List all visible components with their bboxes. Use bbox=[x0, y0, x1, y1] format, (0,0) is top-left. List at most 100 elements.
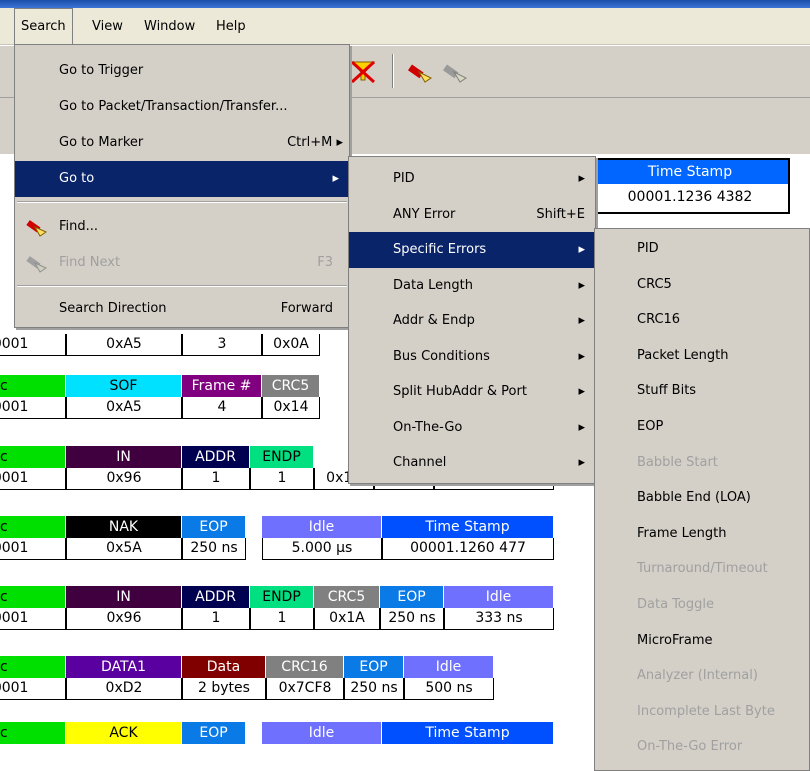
goto-item-pid[interactable]: PID ▸ bbox=[349, 161, 595, 197]
trace-field-header[interactable]: Sync bbox=[0, 722, 66, 744]
goto-item-any-error[interactable]: ANY Error Shift+E bbox=[349, 197, 595, 233]
menu-item-find-next[interactable]: Find Next F3 bbox=[15, 245, 349, 281]
error-item-analyzer-internal-[interactable]: Analyzer (Internal) bbox=[595, 658, 809, 694]
error-item-on-the-go-error[interactable]: On-The-Go Error bbox=[595, 729, 809, 765]
trace-field-value[interactable]: 1 bbox=[182, 468, 250, 490]
trace-field-value[interactable]: 333 ns bbox=[444, 608, 554, 630]
trace-field-header[interactable]: ENDP bbox=[250, 586, 314, 608]
trace-field-value[interactable]: 0x14 bbox=[262, 397, 320, 419]
trace-field-value[interactable]: 1 bbox=[250, 468, 314, 490]
menu-window[interactable]: Window bbox=[138, 8, 201, 45]
trace-field-header[interactable]: Sync bbox=[0, 656, 66, 678]
trace-field-value[interactable]: 0x7CF8 bbox=[266, 678, 344, 700]
trace-field-value[interactable]: 0xD2 bbox=[66, 678, 182, 700]
trace-field-value[interactable]: 0x0A bbox=[262, 334, 320, 356]
goto-item-channel[interactable]: Channel ▸ bbox=[349, 445, 595, 481]
menu-view[interactable]: View bbox=[86, 8, 129, 45]
goto-item-addr-endp[interactable]: Addr & Endp ▸ bbox=[349, 303, 595, 339]
trace-field-value[interactable]: 250 ns bbox=[182, 538, 246, 560]
trace-field-header[interactable]: EOP bbox=[182, 516, 246, 538]
trace-field-header[interactable]: Frame # bbox=[182, 375, 262, 397]
trace-field-value[interactable]: 250 ns bbox=[380, 608, 444, 630]
menu-item-go-to-packet[interactable]: Go to Packet/Transaction/Transfer... bbox=[15, 89, 349, 125]
time-stamp-box[interactable]: Time Stamp 00001.1236 4382 bbox=[590, 158, 790, 214]
menu-search[interactable]: Search bbox=[14, 8, 73, 47]
error-item-crc16[interactable]: CRC16 bbox=[595, 302, 809, 338]
goto-item-bus-conditions[interactable]: Bus Conditions ▸ bbox=[349, 339, 595, 375]
trace-field-value[interactable]: 00001.1260 477 bbox=[382, 538, 554, 560]
trace-field-header[interactable]: Time Stamp bbox=[382, 516, 554, 538]
trace-field-value[interactable]: 000001 bbox=[0, 678, 66, 700]
menu-item-search-direction[interactable]: Search Direction Forward bbox=[15, 291, 349, 327]
trace-field-value[interactable]: 000001 bbox=[0, 538, 66, 560]
trace-field-header[interactable]: Idle bbox=[444, 586, 554, 608]
trace-field-value[interactable]: 500 ns bbox=[404, 678, 494, 700]
trace-field-value[interactable]: 000001 bbox=[0, 397, 66, 419]
trace-field-value[interactable]: 5.000 µs bbox=[262, 538, 382, 560]
error-item-crc5[interactable]: CRC5 bbox=[595, 267, 809, 303]
trace-field-header[interactable]: CRC5 bbox=[314, 586, 380, 608]
menu-item-go-to-marker[interactable]: Go to Marker Ctrl+M ▸ bbox=[15, 125, 349, 161]
trace-field-header[interactable]: Sync bbox=[0, 516, 66, 538]
trace-field-header[interactable]: ADDR bbox=[182, 586, 250, 608]
error-item-packet-length[interactable]: Packet Length bbox=[595, 338, 809, 374]
trace-field-value[interactable]: 1 bbox=[182, 608, 250, 630]
trace-field-header[interactable]: CRC5 bbox=[262, 375, 320, 397]
goto-item-data-length[interactable]: Data Length ▸ bbox=[349, 268, 595, 304]
trace-field-header[interactable]: Time Stamp bbox=[382, 722, 554, 744]
trace-field-value[interactable]: 0xA5 bbox=[66, 397, 182, 419]
trace-field-header[interactable]: ACK bbox=[66, 722, 182, 744]
trace-field-value[interactable]: 3 bbox=[182, 334, 262, 356]
trace-field-header[interactable]: ADDR bbox=[182, 446, 250, 468]
trace-field-header[interactable]: CRC16 bbox=[266, 656, 344, 678]
trace-field-header[interactable]: Sync bbox=[0, 586, 66, 608]
error-item-babble-end-loa-[interactable]: Babble End (LOA) bbox=[595, 480, 809, 516]
menu-item-go-to[interactable]: Go to ▸ bbox=[15, 161, 349, 197]
error-item-incomplete-last-byte[interactable]: Incomplete Last Byte bbox=[595, 694, 809, 730]
error-item-eop[interactable]: EOP bbox=[595, 409, 809, 445]
trace-field-value[interactable]: 0xA5 bbox=[66, 334, 182, 356]
trace-field-header[interactable]: EOP bbox=[380, 586, 444, 608]
menu-item-find[interactable]: Find... bbox=[15, 209, 349, 245]
menu-help[interactable]: Help bbox=[210, 8, 252, 45]
trace-field-value[interactable]: 0x1A bbox=[314, 608, 380, 630]
trace-field-header[interactable]: SOF bbox=[66, 375, 182, 397]
trace-field-header[interactable]: Sync bbox=[0, 375, 66, 397]
filter-clear-icon[interactable] bbox=[348, 58, 378, 84]
trace-field-value[interactable]: 0x96 bbox=[66, 608, 182, 630]
trace-field-header[interactable]: DATA1 bbox=[66, 656, 182, 678]
trace-field-header[interactable]: Idle bbox=[404, 656, 494, 678]
find-next-icon[interactable] bbox=[440, 58, 470, 84]
trace-field-value[interactable]: 250 ns bbox=[344, 678, 404, 700]
error-item-microframe[interactable]: MicroFrame bbox=[595, 623, 809, 659]
trace-field-value[interactable]: 1 bbox=[250, 608, 314, 630]
trace-field-header[interactable]: Sync bbox=[0, 446, 66, 468]
trace-field-value[interactable]: 000001 bbox=[0, 608, 66, 630]
trace-field-header[interactable]: NAK bbox=[66, 516, 182, 538]
trace-field-header[interactable]: Idle bbox=[262, 516, 382, 538]
menu-item-go-to-trigger[interactable]: Go to Trigger bbox=[15, 53, 349, 89]
trace-field-header[interactable]: ENDP bbox=[250, 446, 314, 468]
trace-field-header[interactable]: Idle bbox=[262, 722, 382, 744]
trace-field-header[interactable]: IN bbox=[66, 446, 182, 468]
error-item-turnaround-timeout[interactable]: Turnaround/Timeout bbox=[595, 551, 809, 587]
error-item-babble-start[interactable]: Babble Start bbox=[595, 445, 809, 481]
goto-item-split-hubaddr-port[interactable]: Split HubAddr & Port ▸ bbox=[349, 374, 595, 410]
error-item-pid[interactable]: PID bbox=[595, 231, 809, 267]
error-item-stuff-bits[interactable]: Stuff Bits bbox=[595, 373, 809, 409]
goto-item-specific-errors[interactable]: Specific Errors ▸ bbox=[349, 232, 595, 268]
trace-field-header[interactable]: Data bbox=[182, 656, 266, 678]
trace-field-value[interactable]: 000001 bbox=[0, 334, 66, 356]
error-item-frame-length[interactable]: Frame Length bbox=[595, 516, 809, 552]
trace-field-header[interactable]: IN bbox=[66, 586, 182, 608]
trace-field-value[interactable]: 000001 bbox=[0, 468, 66, 490]
trace-field-value[interactable]: 4 bbox=[182, 397, 262, 419]
trace-field-value[interactable]: 0x96 bbox=[66, 468, 182, 490]
trace-field-header[interactable]: EOP bbox=[344, 656, 404, 678]
trace-field-value[interactable]: 0x5A bbox=[66, 538, 182, 560]
goto-item-on-the-go[interactable]: On-The-Go ▸ bbox=[349, 410, 595, 446]
find-icon[interactable] bbox=[405, 58, 435, 84]
trace-field-header[interactable]: EOP bbox=[182, 722, 246, 744]
trace-field-value[interactable]: 2 bytes bbox=[182, 678, 266, 700]
error-item-data-toggle[interactable]: Data Toggle bbox=[595, 587, 809, 623]
